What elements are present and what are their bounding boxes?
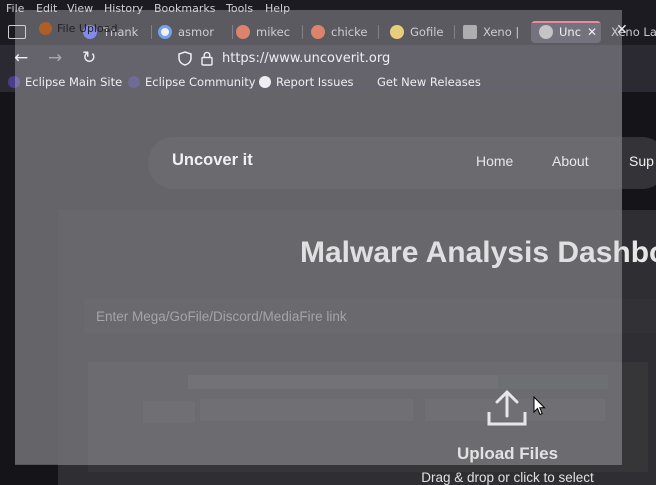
eclipse-icon bbox=[8, 76, 20, 88]
tab-separator bbox=[378, 25, 379, 39]
tab-4[interactable]: Gofile bbox=[390, 21, 450, 43]
tab-strip: Thank asmor mikec chicke Gofile Xeno | U… bbox=[0, 18, 656, 45]
web-page: Uncover it Home About Sup Malware Analys… bbox=[0, 92, 656, 485]
placeholder-block bbox=[143, 401, 195, 423]
close-tab-icon[interactable]: ✕ bbox=[587, 25, 597, 39]
nav-support[interactable]: Sup bbox=[629, 153, 654, 169]
uncoverit-icon bbox=[539, 25, 553, 39]
nav-toolbar: ← → ↻ https://www.uncoverit.org bbox=[0, 45, 656, 72]
bookmark-report-issues[interactable]: Report Issues bbox=[259, 75, 354, 89]
menu-edit[interactable]: Edit bbox=[36, 2, 57, 15]
google-icon bbox=[158, 25, 172, 39]
bookmark-eclipse-main-site[interactable]: Eclipse Main Site bbox=[8, 75, 122, 89]
tab-5[interactable]: Xeno | bbox=[463, 21, 523, 43]
github-icon bbox=[259, 76, 271, 88]
placeholder-block bbox=[200, 399, 413, 421]
gofile-icon bbox=[390, 25, 404, 39]
site-navbar: Uncover it Home About Sup bbox=[148, 137, 656, 189]
lock-icon[interactable] bbox=[201, 51, 213, 66]
address-bar[interactable]: https://www.uncoverit.org bbox=[172, 47, 656, 70]
menu-history[interactable]: History bbox=[104, 2, 143, 15]
tab-6-active[interactable]: Unc ✕ bbox=[531, 21, 601, 43]
bookmarks-toolbar: Eclipse Main Site Eclipse Community Repo… bbox=[0, 72, 656, 92]
tab-0[interactable]: Thank bbox=[83, 21, 145, 43]
xeno-icon bbox=[463, 25, 477, 39]
duckduckgo-icon bbox=[236, 25, 250, 39]
tab-file-upload[interactable] bbox=[8, 21, 68, 43]
menu-bar: File Edit View History Bookmarks Tools H… bbox=[0, 0, 300, 18]
tab-separator bbox=[232, 25, 233, 39]
menu-tools[interactable]: Tools bbox=[226, 2, 253, 15]
tab-7[interactable]: Xeno La bbox=[611, 21, 656, 43]
upload-icon[interactable] bbox=[485, 386, 529, 430]
nav-home[interactable]: Home bbox=[476, 153, 513, 169]
back-arrow-icon[interactable]: ← bbox=[14, 49, 28, 67]
menu-view[interactable]: View bbox=[67, 2, 93, 15]
menu-file[interactable]: File bbox=[6, 2, 24, 15]
tab-separator bbox=[454, 25, 455, 39]
shield-icon[interactable] bbox=[178, 51, 192, 66]
tab-separator bbox=[151, 25, 152, 39]
bookmark-get-new-releases[interactable]: Get New Releases bbox=[377, 75, 481, 89]
upload-title: Upload Files bbox=[456, 444, 559, 463]
bookmark-eclipse-community[interactable]: Eclipse Community bbox=[128, 75, 256, 89]
progress-bar bbox=[188, 375, 498, 389]
tab-2[interactable]: mikec bbox=[236, 21, 296, 43]
eclipse-icon bbox=[128, 76, 140, 88]
reload-icon[interactable]: ↻ bbox=[82, 49, 96, 67]
folder-icon bbox=[8, 25, 26, 39]
link-input[interactable] bbox=[84, 299, 656, 333]
mouse-cursor-icon bbox=[533, 396, 546, 416]
tab-3[interactable]: chicke bbox=[311, 21, 375, 43]
tab-1[interactable]: asmor bbox=[158, 21, 228, 43]
upload-subtitle: Drag & drop or click to select bbox=[421, 470, 594, 485]
tab-separator bbox=[302, 25, 303, 39]
duckduckgo-icon bbox=[311, 25, 325, 39]
discord-icon bbox=[83, 25, 97, 39]
dashboard-title: Malware Analysis Dashbo bbox=[300, 236, 656, 269]
url-text: https://www.uncoverit.org bbox=[222, 51, 391, 66]
menu-help[interactable]: Help bbox=[265, 2, 290, 15]
nav-about[interactable]: About bbox=[552, 153, 589, 169]
menu-bookmarks[interactable]: Bookmarks bbox=[154, 2, 215, 15]
site-brand[interactable]: Uncover it bbox=[172, 151, 253, 170]
forward-arrow-icon[interactable]: → bbox=[48, 49, 62, 67]
